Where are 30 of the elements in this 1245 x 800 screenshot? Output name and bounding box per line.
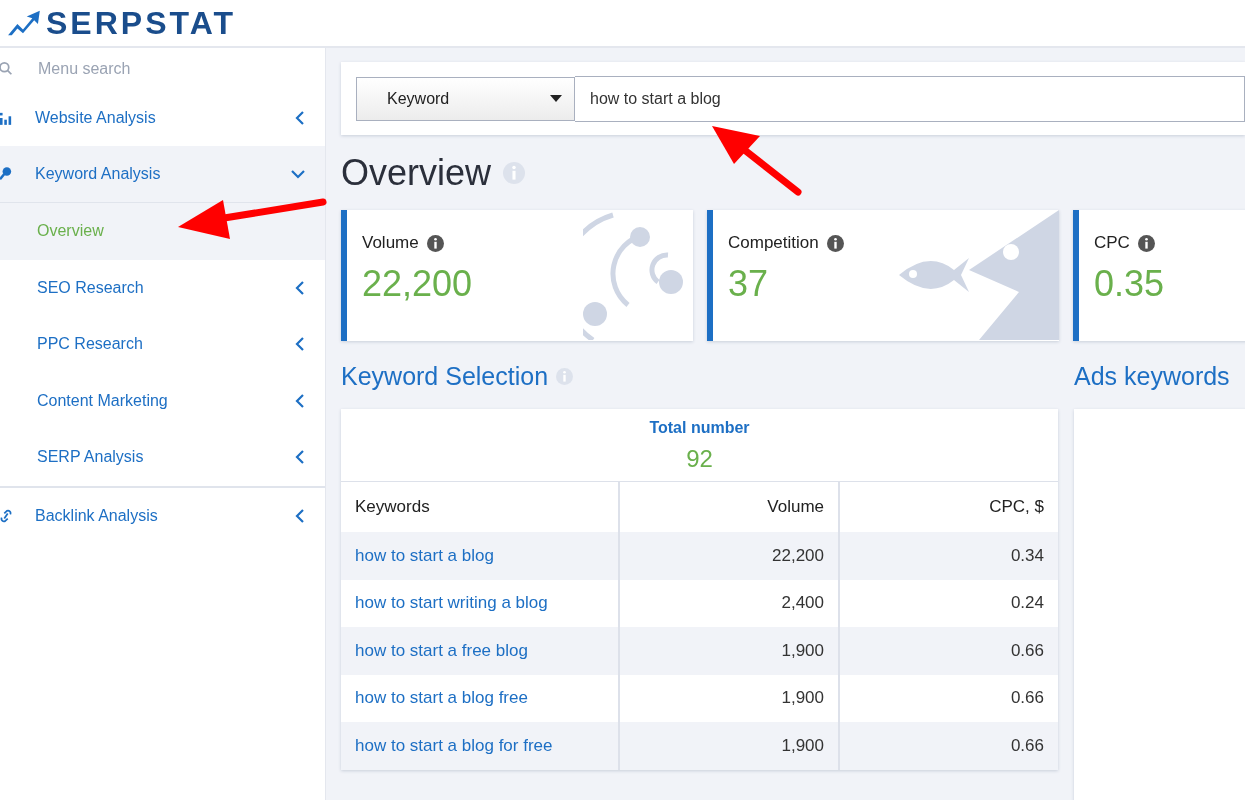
metric-value: 37: [728, 263, 770, 305]
table-cell: 0.66: [839, 627, 1058, 675]
sidebar-item[interactable]: Website Analysis: [0, 90, 325, 146]
metric-value: 0.35: [1094, 263, 1166, 305]
column-header[interactable]: Keywords: [341, 482, 619, 532]
table-cell: 1,900: [619, 722, 839, 770]
sidebar-item[interactable]: Keyword Analysis: [0, 146, 325, 203]
sidebar-subitem[interactable]: SERP Analysis: [0, 429, 325, 486]
keyword-input-field[interactable]: how to start a blog: [575, 75, 1245, 122]
metric-value: 22,200: [362, 263, 474, 305]
sidebar-subitem[interactable]: PPC Research: [0, 316, 325, 373]
keyword-link[interactable]: how to start writing a blog: [355, 593, 548, 613]
metric-label: Volume: [362, 233, 419, 253]
sidebar-item[interactable]: Backlink Analysis: [0, 487, 325, 544]
section-title: Ads keywords: [1074, 361, 1231, 392]
keyword-link[interactable]: how to start a blog free: [355, 688, 528, 708]
sidebar-subitem[interactable]: SEO Research: [0, 259, 325, 316]
table-cell: 1,900: [619, 627, 839, 675]
metric-label: CPC: [1094, 233, 1130, 253]
table-cell: 0.34: [839, 532, 1058, 580]
table-cell: 0.66: [839, 722, 1058, 770]
section-title: Keyword Selection: [341, 361, 549, 392]
sidebar-subitem[interactable]: Content Marketing: [0, 372, 325, 429]
table-cell: 22,200: [619, 532, 839, 580]
logo[interactable]: SERPSTAT: [46, 4, 236, 42]
metric-label: Competition: [728, 233, 819, 253]
total-value: 92: [685, 445, 714, 473]
total-label: Total number: [648, 419, 751, 437]
page-title: Overview: [341, 151, 492, 194]
search-type-dropdown[interactable]: Keyword: [356, 76, 575, 121]
